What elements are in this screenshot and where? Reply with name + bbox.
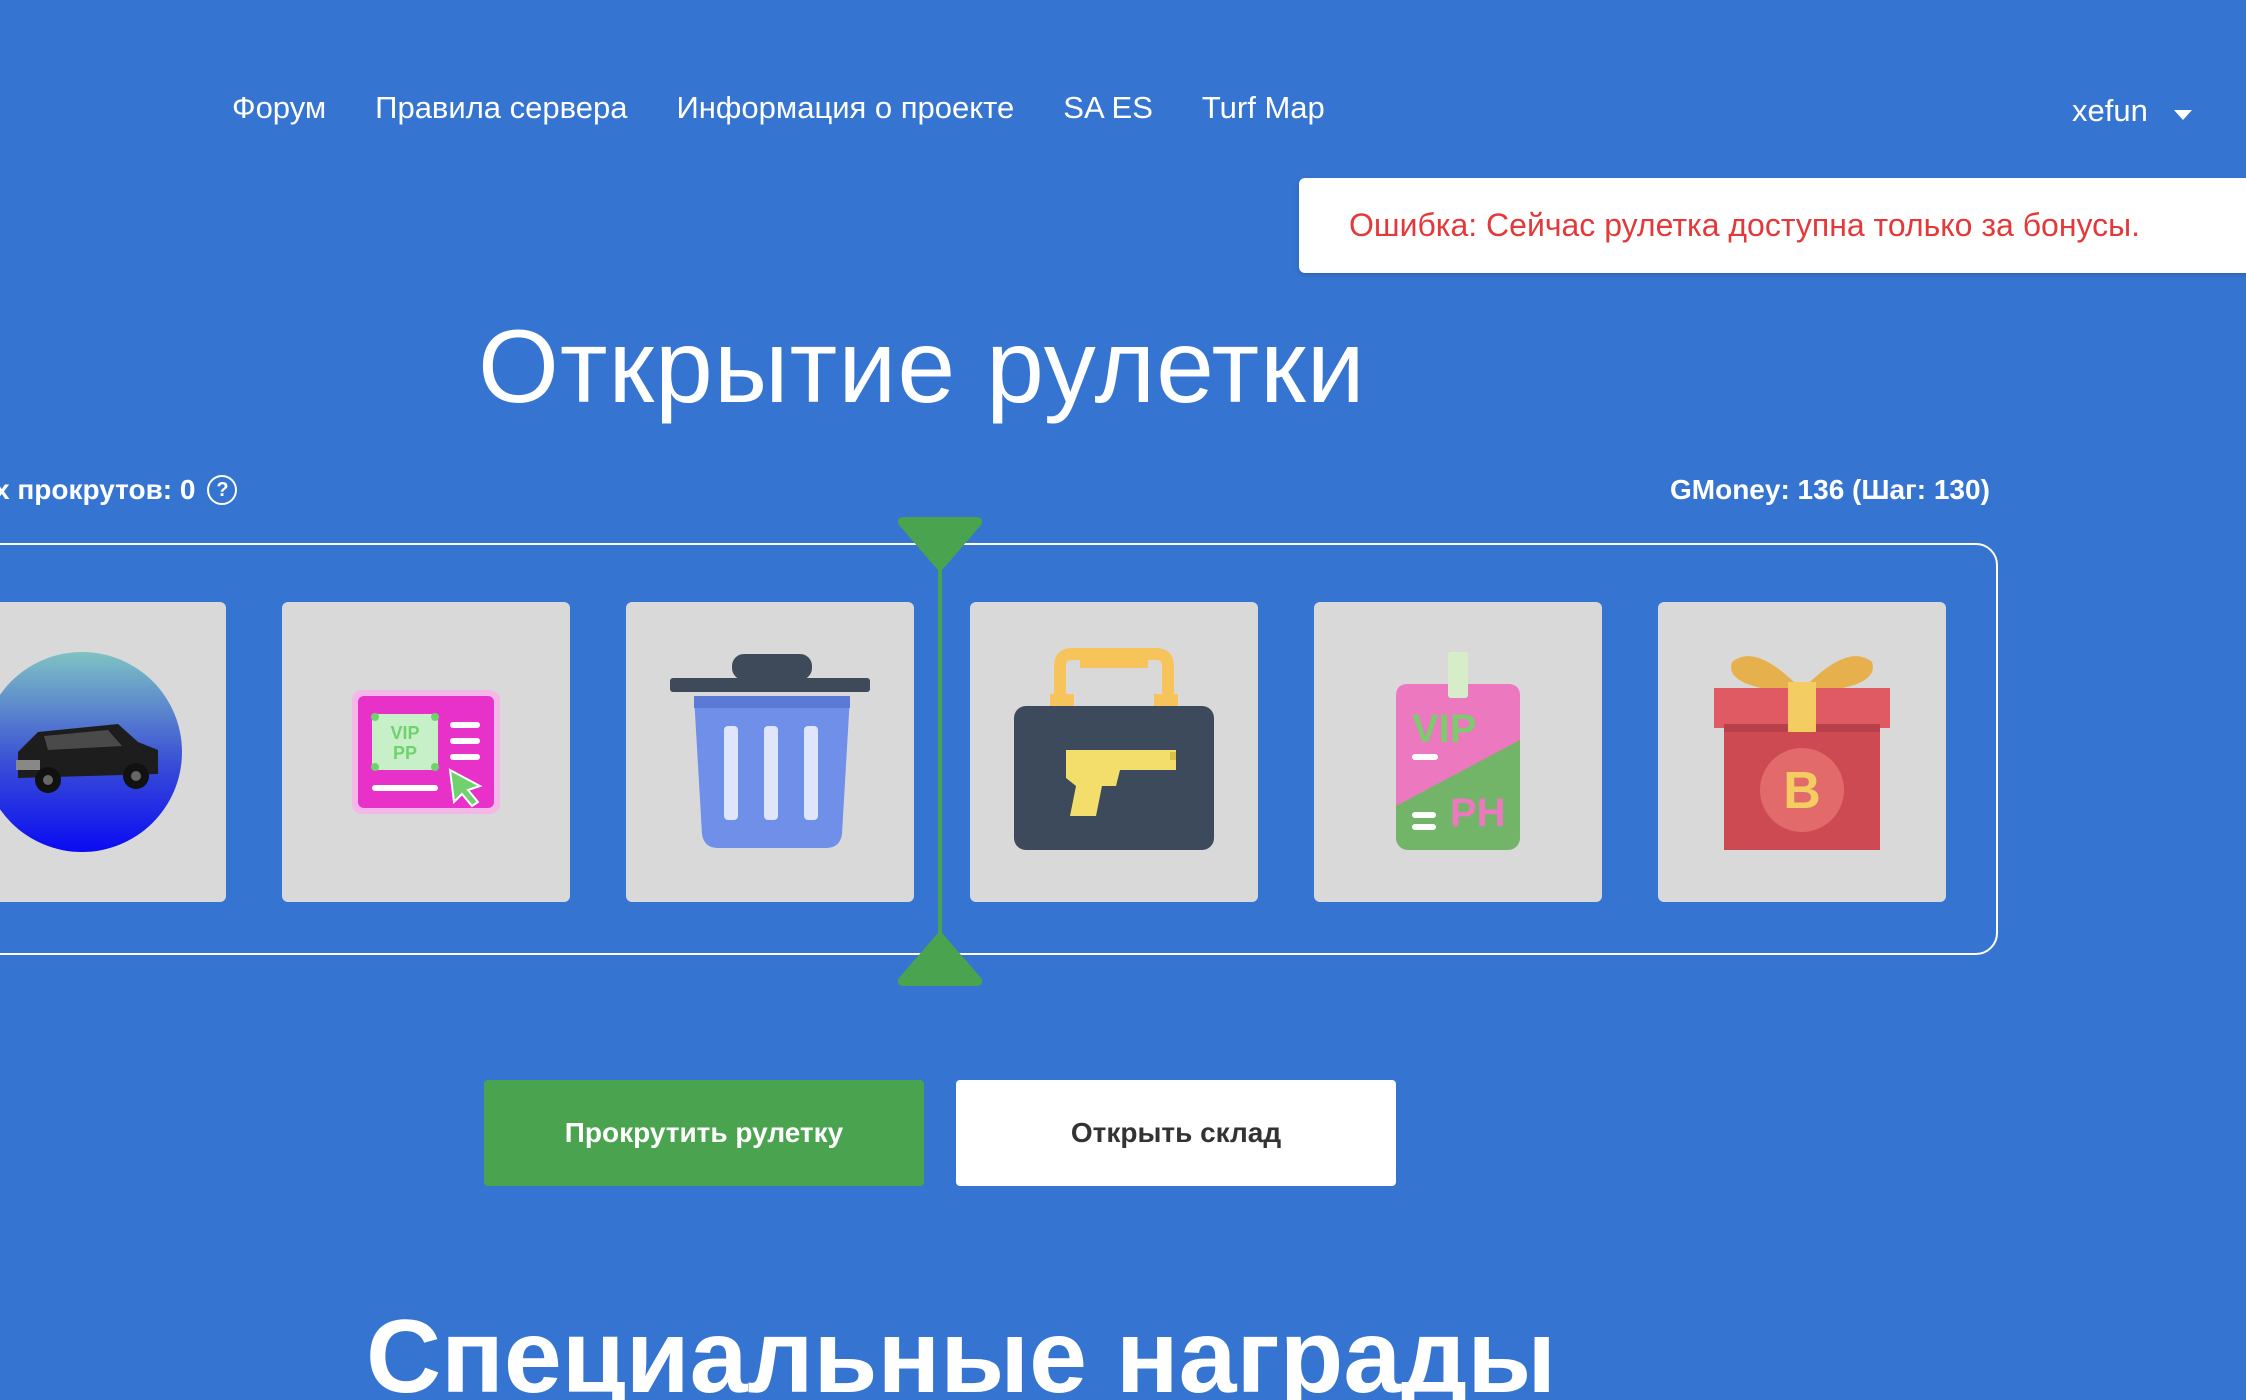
vip-ph-badge-icon: VIP PH [1396,652,1520,850]
roulette-slot-vip-ph: VIP PH [1314,602,1602,902]
roulette-center-line [938,540,942,958]
roulette-slot-bonus-gift: B [1658,602,1946,902]
help-icon[interactable]: ? [207,475,238,505]
roulette-slot-trash [626,602,914,902]
gmoney-balance: GMoney: 136 (Шаг: 130) [1670,474,1990,505]
page-title: Открытие рулетки [478,309,1366,425]
nav-item-project-info[interactable]: Информация о проекте [677,90,1015,126]
spin-roulette-button[interactable]: Прокрутить рулетку [484,1080,924,1186]
error-message: Ошибка: Сейчас рулетка доступна только з… [1349,207,2141,243]
vip-pp-card-icon: VIP PP [352,690,500,814]
vip-pp-text-top: VIP [390,723,419,743]
roulette-slot-gun-case [970,602,1258,902]
vip-ph-text-top: VIP [1412,707,1476,751]
roulette-pointer-bottom-icon [897,932,983,986]
top-nav: Форум Правила сервера Информация о проек… [232,90,1374,126]
nav-item-server-rules[interactable]: Правила сервера [375,90,627,126]
trash-can-icon [670,654,870,848]
error-toast: Ошибка: Сейчас рулетка доступна только з… [1299,178,2246,273]
username: xefun [2072,93,2148,128]
gun-case-icon [1014,648,1214,850]
bonus-gift-icon: B [1714,656,1890,850]
user-menu[interactable]: xefun [2072,93,2192,129]
roulette-slot-vip-pp: VIP PP [282,602,570,902]
nav-item-forum[interactable]: Форум [232,90,326,126]
free-spins-info: х прокрутов: 0 ? [0,474,238,506]
nav-item-sa-es[interactable]: SA ES [1063,90,1153,126]
bonus-gift-letter: B [1783,762,1821,820]
free-spins-label: х прокрутов: 0 [0,474,196,505]
caret-down-icon [2173,110,2192,120]
nav-item-turf-map[interactable]: Turf Map [1202,90,1325,126]
roulette-pointer-top-icon [897,517,983,571]
roulette-slot-car [0,602,226,902]
special-rewards-title: Специальные награды [366,1299,1557,1400]
vip-pp-text-bottom: PP [393,743,417,763]
open-storage-button[interactable]: Открыть склад [956,1080,1396,1186]
page: Форум Правила сервера Информация о проек… [0,0,2246,1400]
car-icon [0,652,182,852]
vip-ph-text-bottom: PH [1450,791,1506,835]
